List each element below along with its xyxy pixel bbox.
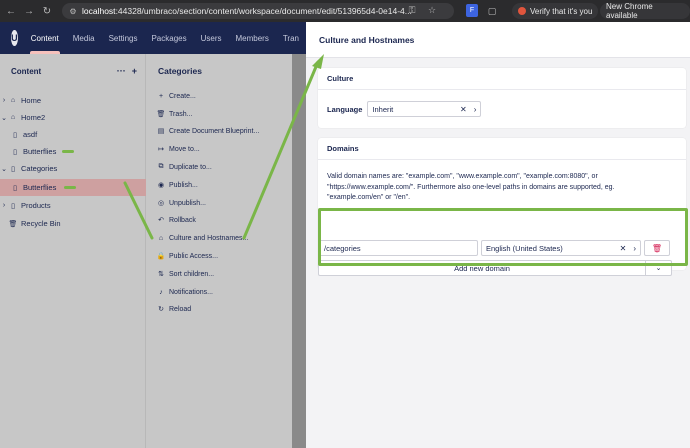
- forward-icon[interactable]: →: [22, 4, 36, 18]
- dialog-title: Culture and Hostnames: [306, 22, 690, 58]
- undo-icon: ↶: [158, 217, 164, 224]
- action-publish[interactable]: ◉ Publish...: [156, 179, 198, 191]
- action-unpublish[interactable]: ◎ Unpublish...: [156, 197, 206, 209]
- trash-icon: 🗑: [8, 220, 18, 228]
- blueprint-icon: ▤: [157, 128, 165, 135]
- chevron-down-icon[interactable]: ⌄: [0, 165, 8, 173]
- culture-heading: Culture: [318, 68, 686, 90]
- home-icon: ⌂: [10, 97, 16, 104]
- language-row: Language Inherit ✕ ›: [327, 101, 482, 117]
- tab-members[interactable]: Members: [229, 22, 276, 54]
- chrome-update-button[interactable]: New Chrome available: [600, 2, 690, 20]
- site-info-icon[interactable]: ⚙: [68, 6, 78, 16]
- home-icon: ⌂: [158, 234, 164, 242]
- update-label: New Chrome available: [606, 2, 653, 20]
- actions-title: Categories: [158, 66, 202, 76]
- chevron-down-icon[interactable]: ⌄: [0, 114, 8, 122]
- action-trash[interactable]: 🗑 Trash...: [156, 108, 193, 120]
- tab-users[interactable]: Users: [194, 22, 229, 54]
- globe-off-icon: ◎: [157, 200, 165, 207]
- chevron-right-icon[interactable]: ›: [0, 97, 8, 104]
- umbraco-logo-icon[interactable]: U: [11, 30, 18, 46]
- reload-icon[interactable]: ↻: [40, 4, 54, 18]
- action-rollback[interactable]: ↶ Rollback: [156, 214, 196, 226]
- app-header: U Content Media Settings Packages Users …: [0, 22, 306, 54]
- language-value: Inherit: [372, 104, 394, 114]
- profile-avatar-icon: [518, 7, 526, 15]
- highlight-mark: [62, 150, 74, 153]
- action-reload[interactable]: ↻ Reload: [156, 303, 191, 315]
- trash-icon: 🗑: [156, 111, 166, 118]
- address-text: localhost:44328/umbraco/section/content/…: [82, 6, 412, 16]
- bookmark-star-icon[interactable]: ☆: [426, 4, 438, 16]
- key-icon[interactable]: ⚿: [406, 4, 418, 16]
- action-create-blueprint[interactable]: ▤ Create Document Blueprint...: [156, 125, 260, 137]
- backdrop-overlay[interactable]: [292, 54, 306, 448]
- move-icon: ↦: [158, 146, 164, 153]
- home-icon: ⌂: [10, 114, 16, 121]
- chevron-right-icon[interactable]: ›: [474, 105, 477, 114]
- reload-icon: ↻: [158, 306, 164, 313]
- highlight-mark: [64, 186, 76, 189]
- tab-content[interactable]: Content: [24, 22, 66, 54]
- document-icon: ▯: [11, 202, 15, 210]
- tree-item-asdf[interactable]: ▯ asdf: [0, 126, 146, 143]
- add-icon[interactable]: +: [132, 66, 137, 76]
- tab-packages[interactable]: Packages: [144, 22, 193, 54]
- verify-identity-button[interactable]: Verify that it's you: [512, 3, 599, 19]
- document-icon: ▯: [11, 165, 15, 173]
- section-tabs: Content Media Settings Packages Users Me…: [24, 22, 306, 54]
- action-create[interactable]: + Create...: [156, 90, 196, 102]
- omnibox-icons: ⚿ ☆: [406, 4, 438, 16]
- chevron-right-icon[interactable]: ›: [0, 202, 8, 209]
- highlight-box: [318, 208, 688, 266]
- action-notifications[interactable]: ♪ Notifications...: [156, 286, 213, 298]
- globe-icon: ◉: [157, 182, 165, 189]
- address-bar[interactable]: ⚙ localhost:44328/umbraco/section/conten…: [62, 3, 454, 19]
- tree-item-home[interactable]: › ⌂ Home: [0, 92, 146, 109]
- extensions-puzzle-icon[interactable]: ▢: [486, 5, 498, 17]
- tree-item-recycle-bin[interactable]: 🗑 Recycle Bin: [0, 215, 146, 232]
- action-public-access[interactable]: 🔒 Public Access...: [156, 250, 218, 262]
- back-icon[interactable]: ←: [4, 4, 18, 18]
- actions-menu: Categories + Create... 🗑 Trash... ▤ Create …: [146, 54, 306, 448]
- extension-icon[interactable]: F: [466, 4, 478, 17]
- culture-box: Culture Language Inherit ✕ ›: [318, 68, 686, 128]
- domains-heading: Domains: [318, 138, 686, 160]
- browser-toolbar: ← → ↻ ⚙ localhost:44328/umbraco/section/…: [0, 0, 690, 22]
- tab-media[interactable]: Media: [66, 22, 102, 54]
- bell-icon: ♪: [159, 288, 163, 296]
- document-icon: ▯: [13, 148, 17, 156]
- language-label: Language: [327, 104, 363, 114]
- clear-icon[interactable]: ✕: [460, 105, 467, 114]
- plus-icon: +: [158, 92, 164, 100]
- tree-header: Content ··· +: [0, 54, 145, 88]
- domains-description: Valid domain names are: "example.com", "…: [327, 173, 615, 201]
- document-icon: ▯: [13, 184, 17, 192]
- more-actions-icon[interactable]: ···: [117, 66, 126, 76]
- lock-icon: 🔒: [156, 253, 166, 260]
- tree-title: Content: [11, 66, 42, 76]
- tree-item-categories[interactable]: ⌄ ▯ Categories: [0, 160, 146, 177]
- verify-label: Verify that it's you: [530, 6, 593, 16]
- document-icon: ▯: [13, 131, 17, 139]
- content-tree: Content ··· + › ⌂ Home ⌄ ⌂ Home2 ▯ asdf …: [0, 54, 146, 448]
- tree-item-products[interactable]: › ▯ Products: [0, 197, 146, 214]
- tree-item-home2[interactable]: ⌄ ⌂ Home2: [0, 109, 146, 126]
- action-sort-children[interactable]: ⇅ Sort children...: [156, 268, 214, 280]
- action-culture-hostnames[interactable]: ⌂ Culture and Hostnames...: [156, 232, 249, 244]
- tab-translation[interactable]: Tran: [276, 22, 306, 54]
- tab-settings[interactable]: Settings: [102, 22, 145, 54]
- sort-icon: ⇅: [158, 271, 164, 278]
- duplicate-icon: ⧉: [158, 163, 164, 170]
- action-duplicate[interactable]: ⧉ Duplicate to...: [156, 161, 212, 173]
- language-select[interactable]: Inherit ✕ ›: [367, 101, 482, 117]
- action-move[interactable]: ↦ Move to...: [156, 143, 200, 155]
